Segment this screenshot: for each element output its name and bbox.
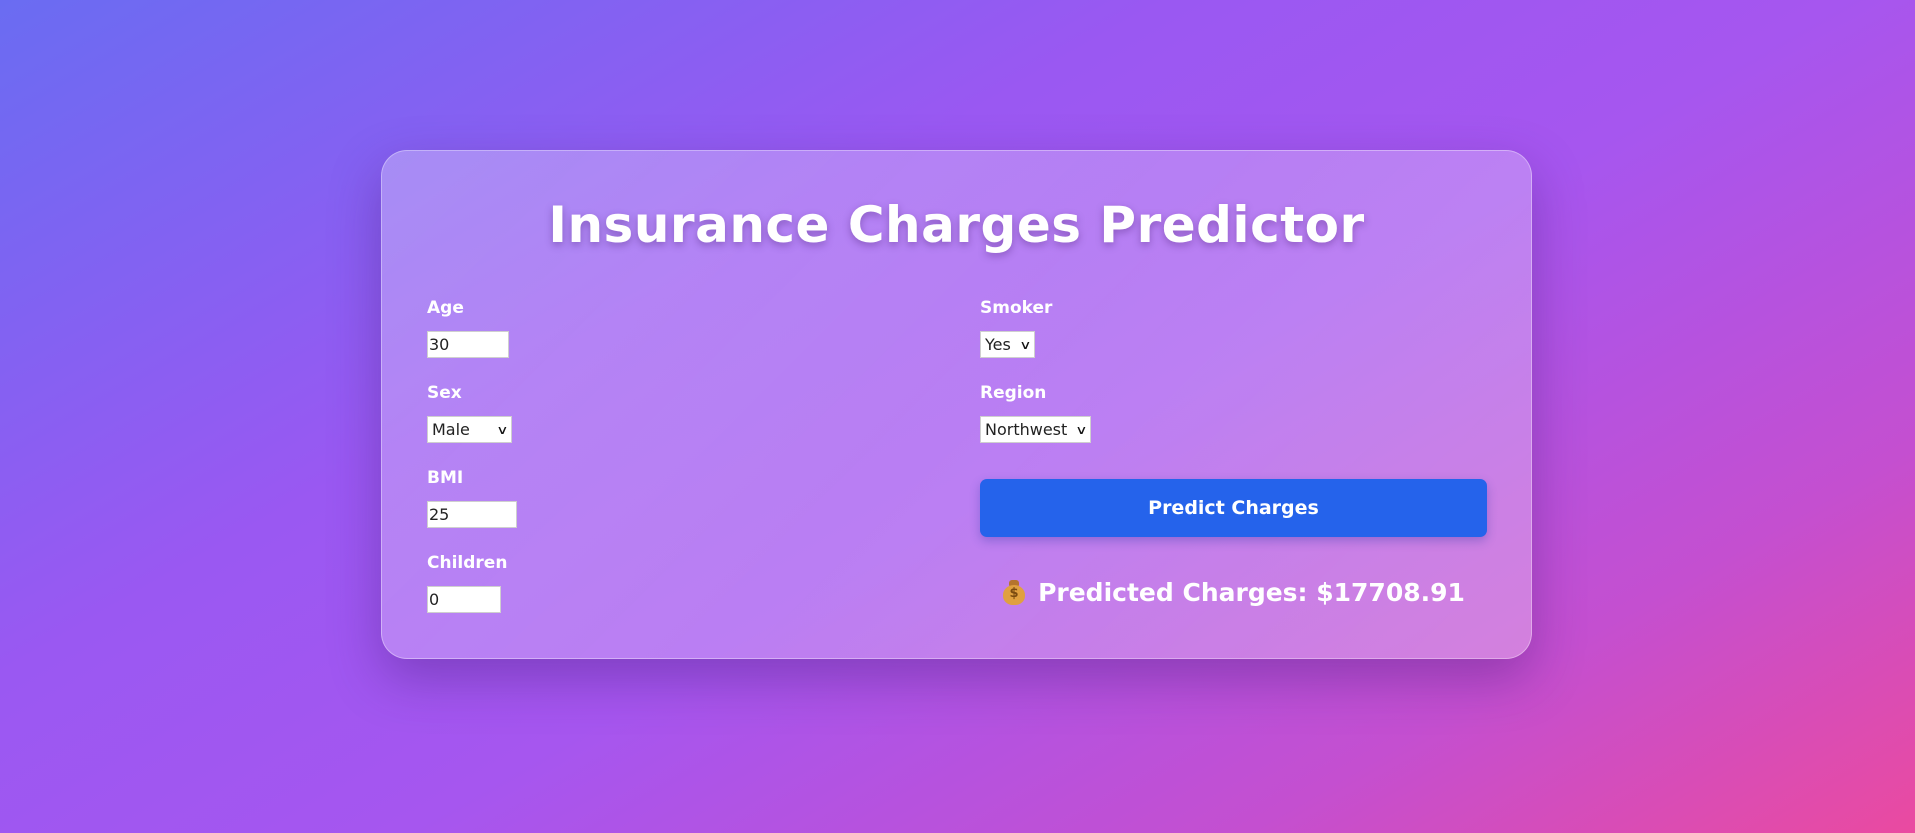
age-input[interactable]: 30: [427, 331, 509, 358]
smoker-select-value: Yes: [985, 335, 1011, 354]
chevron-down-icon: ∨: [496, 422, 509, 437]
age-field: Age 30: [427, 297, 509, 358]
chevron-down-icon: ∨: [1075, 422, 1088, 437]
region-field: Region Northwest ∨: [980, 382, 1091, 443]
children-input[interactable]: 0: [427, 586, 501, 613]
children-label: Children: [427, 553, 508, 573]
smoker-select[interactable]: Yes ∨: [980, 331, 1035, 358]
bmi-field: BMI 25: [427, 467, 517, 528]
chevron-down-icon: ∨: [1019, 337, 1032, 352]
predict-charges-button[interactable]: Predict Charges: [980, 479, 1487, 537]
bmi-input[interactable]: 25: [427, 501, 517, 528]
smoker-label: Smoker: [980, 298, 1053, 318]
region-select[interactable]: Northwest ∨: [980, 416, 1091, 443]
bmi-label: BMI: [427, 468, 464, 488]
sex-select[interactable]: Male ∨: [427, 416, 512, 443]
region-label: Region: [980, 383, 1047, 403]
page-title: Insurance Charges Predictor: [548, 196, 1365, 254]
prediction-result-text: Predicted Charges: $17708.91: [1038, 577, 1465, 607]
money-bag-icon: $: [1002, 579, 1026, 605]
sex-select-value: Male: [432, 420, 470, 439]
smoker-field: Smoker Yes ∨: [980, 297, 1052, 358]
region-select-value: Northwest: [985, 420, 1068, 439]
sex-label: Sex: [427, 383, 462, 403]
prediction-result: $ Predicted Charges: $17708.91: [980, 574, 1487, 610]
children-field: Children 0: [427, 552, 507, 613]
sex-field: Sex Male ∨: [427, 382, 512, 443]
age-label: Age: [427, 298, 464, 318]
predictor-card: Insurance Charges Predictor Age 30 Sex M…: [381, 150, 1532, 659]
